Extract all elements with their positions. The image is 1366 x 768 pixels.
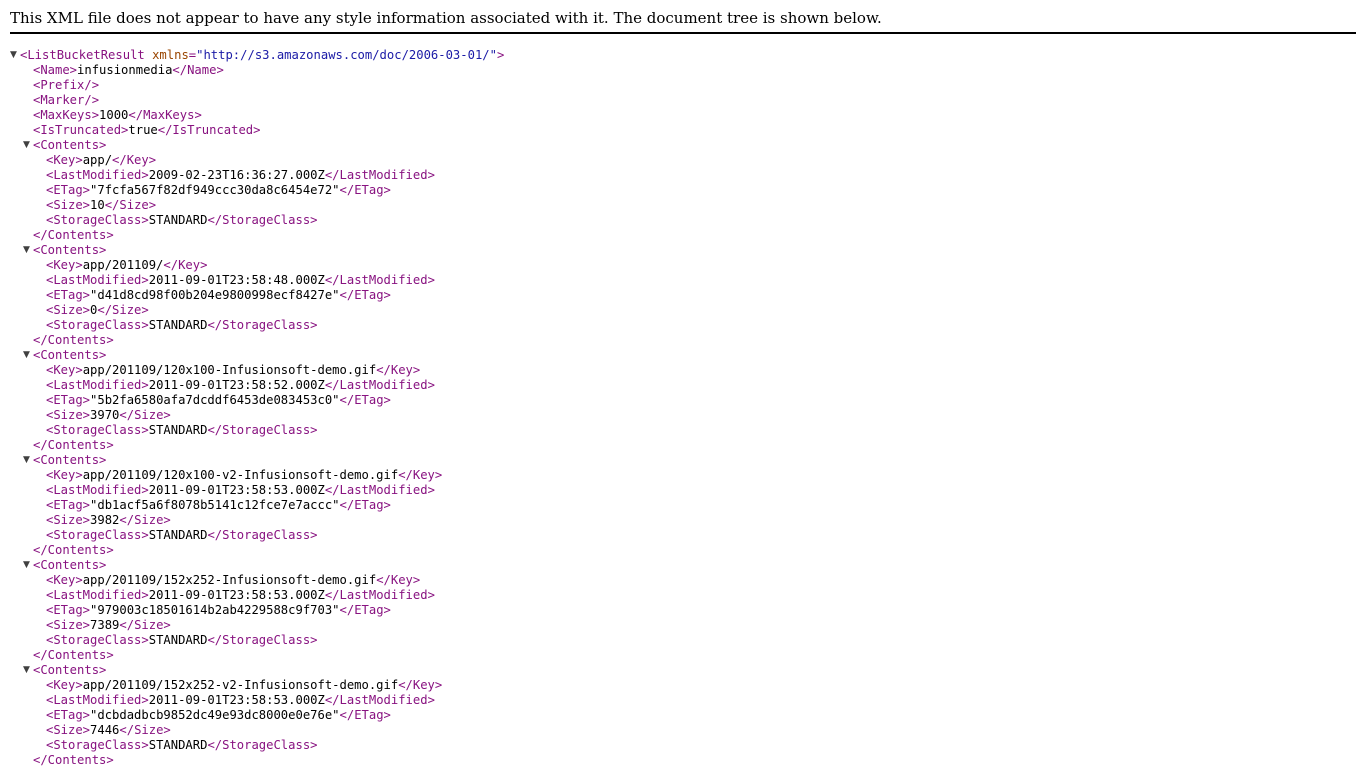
contents-close-line: </Contents> — [33, 228, 114, 242]
storageclass-element: <StorageClass>STANDARD</StorageClass> — [46, 738, 318, 752]
lastmodified-element: <LastModified>2011-09-01T23:58:53.000Z</… — [46, 588, 435, 602]
size-element: <Size>7389</Size> — [46, 618, 171, 632]
contents-open-line: ▼ <Contents> — [23, 663, 107, 678]
key-element: <Key>app/201109/120x100-Infusionsoft-dem… — [46, 363, 421, 377]
collapse-toggle-icon[interactable]: ▼ — [23, 453, 33, 468]
storageclass-element: <StorageClass>STANDARD</StorageClass> — [46, 633, 318, 647]
key-element: <Key>app/</Key> — [46, 153, 157, 167]
root-open-line: ▼ <ListBucketResult xmlns="http://s3.amaz… — [10, 48, 505, 63]
collapse-toggle-icon[interactable]: ▼ — [23, 663, 33, 678]
storageclass-element: <StorageClass>STANDARD</StorageClass> — [46, 423, 318, 437]
lastmodified-element: <LastModified>2011-09-01T23:58:53.000Z</… — [46, 693, 435, 707]
contents-close-line: </Contents> — [33, 648, 114, 662]
key-element: <Key>app/201109/152x252-Infusionsoft-dem… — [46, 573, 421, 587]
contents-close-line: </Contents> — [33, 333, 114, 347]
contents-open-line: ▼ <Contents> — [23, 348, 107, 363]
collapse-toggle-icon[interactable]: ▼ — [23, 558, 33, 573]
marker-element: <Marker/> — [33, 93, 100, 107]
etag-element: <ETag>"5b2fa6580afa7dcddf6453de083453c0"… — [46, 393, 391, 407]
lastmodified-element: <LastModified>2009-02-23T16:36:27.000Z</… — [46, 168, 435, 182]
xml-style-notice: This XML file does not appear to have an… — [10, 0, 1356, 34]
lastmodified-element: <LastModified>2011-09-01T23:58:53.000Z</… — [46, 483, 435, 497]
key-element: <Key>app/201109/120x100-v2-Infusionsoft-… — [46, 468, 443, 482]
size-element: <Size>7446</Size> — [46, 723, 171, 737]
contents-open-line: ▼ <Contents> — [23, 138, 107, 153]
etag-element: <ETag>"d41d8cd98f00b204e9800998ecf8427e"… — [46, 288, 391, 302]
collapse-toggle-icon[interactable]: ▼ — [23, 138, 33, 153]
etag-element: <ETag>"7fcfa567f82df949ccc30da8c6454e72"… — [46, 183, 391, 197]
storageclass-element: <StorageClass>STANDARD</StorageClass> — [46, 318, 318, 332]
contents-open-line: ▼ <Contents> — [23, 453, 107, 468]
istruncated-element: <IsTruncated>true</IsTruncated> — [33, 123, 261, 137]
contents-close-line: </Contents> — [33, 438, 114, 452]
collapse-toggle-icon[interactable]: ▼ — [10, 48, 20, 63]
contents-close-line: </Contents> — [33, 543, 114, 557]
contents-open-line: ▼ <Contents> — [23, 243, 107, 258]
maxkeys-element: <MaxKeys>1000</MaxKeys> — [33, 108, 202, 122]
notice-text: This XML file does not appear to have an… — [10, 9, 882, 27]
lastmodified-element: <LastModified>2011-09-01T23:58:48.000Z</… — [46, 273, 435, 287]
size-element: <Size>0</Size> — [46, 303, 149, 317]
size-element: <Size>3970</Size> — [46, 408, 171, 422]
contents-close-line: </Contents> — [33, 753, 114, 767]
name-element: <Name>infusionmedia</Name> — [33, 63, 224, 77]
etag-element: <ETag>"979003c18501614b2ab4229588c9f703"… — [46, 603, 391, 617]
storageclass-element: <StorageClass>STANDARD</StorageClass> — [46, 213, 318, 227]
collapse-toggle-icon[interactable]: ▼ — [23, 348, 33, 363]
key-element: <Key>app/201109/152x252-v2-Infusionsoft-… — [46, 678, 443, 692]
lastmodified-element: <LastModified>2011-09-01T23:58:52.000Z</… — [46, 378, 435, 392]
prefix-element: <Prefix/> — [33, 78, 100, 92]
contents-open-line: ▼ <Contents> — [23, 558, 107, 573]
etag-element: <ETag>"db1acf5a6f8078b5141c12fce7e7accc"… — [46, 498, 391, 512]
etag-element: <ETag>"dcbdadbcb9852dc49e93dc8000e0e76e"… — [46, 708, 391, 722]
key-element: <Key>app/201109/</Key> — [46, 258, 208, 272]
size-element: <Size>10</Size> — [46, 198, 157, 212]
storageclass-element: <StorageClass>STANDARD</StorageClass> — [46, 528, 318, 542]
xml-document-tree: ▼ <ListBucketResult xmlns="http://s3.amaz… — [10, 48, 504, 768]
collapse-toggle-icon[interactable]: ▼ — [23, 243, 33, 258]
size-element: <Size>3982</Size> — [46, 513, 171, 527]
